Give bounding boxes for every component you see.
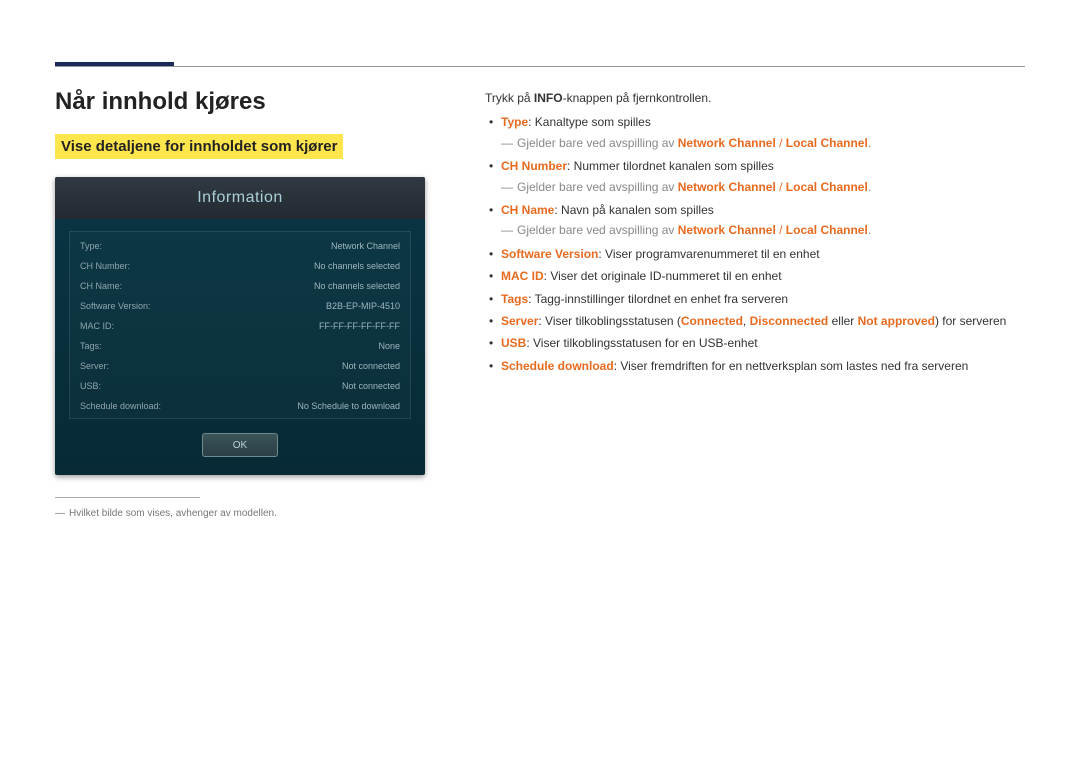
text-chnum: : Nummer tilordnet kanalen som spilles: [567, 159, 774, 173]
left-column: Når innhold kjøres Vise detaljene for in…: [55, 88, 425, 519]
text-usb: : Viser tilkoblingsstatusen for en USB-e…: [526, 336, 757, 350]
sep: /: [776, 180, 786, 194]
intro-line: Trykk på INFO-knappen på fjernkontrollen…: [485, 88, 1025, 108]
info-value: Not connected: [342, 381, 400, 391]
intro-bold: INFO: [534, 91, 563, 105]
bullet-sched: Schedule download: Viser fremdriften for…: [487, 356, 1025, 376]
info-value: B2B-EP-MIP-4510: [326, 301, 400, 311]
right-column: Trykk på INFO-knappen på fjernkontrollen…: [485, 88, 1025, 519]
bullet-type: Type: Kanaltype som spilles Gjelder bare…: [487, 112, 1025, 153]
sep: /: [776, 136, 786, 150]
applies-pre: Gjelder bare ved avspilling av: [517, 223, 678, 237]
info-row: Software Version: B2B-EP-MIP-4510: [80, 296, 400, 316]
sub-note: Gjelder bare ved avspilling av Network C…: [501, 133, 1025, 153]
intro-pre: Trykk på: [485, 91, 534, 105]
sub-note: Gjelder bare ved avspilling av Network C…: [501, 220, 1025, 240]
period: .: [868, 136, 871, 150]
dialog-titlebar: Information: [55, 177, 425, 219]
label-server: Server: [501, 314, 538, 328]
info-label: USB:: [80, 381, 101, 391]
info-value: No Schedule to download: [297, 401, 400, 411]
page-content: Når innhold kjøres Vise detaljene for in…: [55, 88, 1025, 519]
dialog-title: Information: [197, 189, 283, 207]
info-value: Network Channel: [331, 241, 400, 251]
dialog-panel: Type: Network Channel CH Number: No channe…: [69, 231, 411, 419]
lc: Local Channel: [786, 180, 868, 194]
label-chnum: CH Number: [501, 159, 567, 173]
section-heading: Vise detaljene for innholdet som kjører: [55, 134, 343, 159]
bullet-usb: USB: Viser tilkoblingsstatusen for en US…: [487, 333, 1025, 353]
label-sw: Software Version: [501, 247, 598, 261]
server-disconnected: Disconnected: [750, 314, 829, 328]
info-label: CH Number:: [80, 261, 130, 271]
intro-post: -knappen på fjernkontrollen.: [563, 91, 712, 105]
label-type: Type: [501, 115, 528, 129]
nc: Network Channel: [678, 136, 776, 150]
header-rule: [55, 66, 1025, 67]
footnote: ― Hvilket bilde som vises, avhenger av mo…: [55, 508, 425, 519]
info-value: None: [378, 341, 400, 351]
info-label: Server:: [80, 361, 109, 371]
info-value: No channels selected: [314, 281, 400, 291]
period: .: [868, 180, 871, 194]
bullet-sw: Software Version: Viser programvarenumme…: [487, 244, 1025, 264]
bullet-tags: Tags: Tagg-innstillinger tilordnet en en…: [487, 289, 1025, 309]
info-row: USB: Not connected: [80, 376, 400, 396]
info-row: CH Name: No channels selected: [80, 276, 400, 296]
label-sched: Schedule download: [501, 359, 614, 373]
server-post: ) for serveren: [935, 314, 1006, 328]
info-label: CH Name:: [80, 281, 122, 291]
page-title: Når innhold kjøres: [55, 88, 425, 116]
info-label: Schedule download:: [80, 401, 161, 411]
text-chname: : Navn på kanalen som spilles: [554, 203, 713, 217]
sub-note: Gjelder bare ved avspilling av Network C…: [501, 177, 1025, 197]
nc: Network Channel: [678, 180, 776, 194]
text-type: : Kanaltype som spilles: [528, 115, 651, 129]
info-dialog-screenshot: Information Type: Network Channel CH Numb…: [55, 177, 425, 475]
info-row: Schedule download: No Schedule to downloa…: [80, 396, 400, 416]
info-label: Tags:: [80, 341, 102, 351]
text-sched: : Viser fremdriften for en nettverksplan…: [614, 359, 969, 373]
bullet-chname: CH Name: Navn på kanalen som spilles Gje…: [487, 200, 1025, 241]
info-value: FF-FF-FF-FF-FF-FF: [319, 321, 400, 331]
text-sw: : Viser programvarenummeret til en enhet: [598, 247, 819, 261]
server-connected: Connected: [681, 314, 743, 328]
bullet-chnum: CH Number: Nummer tilordnet kanalen som …: [487, 156, 1025, 197]
bullet-server: Server: Viser tilkoblingsstatusen (Conne…: [487, 311, 1025, 331]
info-label: Software Version:: [80, 301, 151, 311]
label-tags: Tags: [501, 292, 528, 306]
label-usb: USB: [501, 336, 526, 350]
label-chname: CH Name: [501, 203, 554, 217]
lc: Local Channel: [786, 223, 868, 237]
server-comma: ,: [743, 314, 750, 328]
info-row: CH Number: No channels selected: [80, 256, 400, 276]
footnote-dash: ―: [55, 508, 65, 519]
lc: Local Channel: [786, 136, 868, 150]
footnote-text: Hvilket bilde som vises, avhenger av mod…: [69, 508, 277, 519]
text-tags: : Tagg-innstillinger tilordnet en enhet …: [528, 292, 788, 306]
label-mac: MAC ID: [501, 269, 544, 283]
server-or: eller: [828, 314, 857, 328]
info-row: MAC ID: FF-FF-FF-FF-FF-FF: [80, 316, 400, 336]
info-value: Not connected: [342, 361, 400, 371]
info-value: No channels selected: [314, 261, 400, 271]
info-label: Type:: [80, 241, 102, 251]
period: .: [868, 223, 871, 237]
footnote-rule: [55, 497, 200, 498]
bullet-mac: MAC ID: Viser det originale ID-nummeret …: [487, 266, 1025, 286]
info-row: Server: Not connected: [80, 356, 400, 376]
sep: /: [776, 223, 786, 237]
bullet-list: Type: Kanaltype som spilles Gjelder bare…: [487, 112, 1025, 376]
server-pre: : Viser tilkoblingsstatusen (: [538, 314, 681, 328]
server-notapproved: Not approved: [858, 314, 935, 328]
info-row: Type: Network Channel: [80, 236, 400, 256]
info-label: MAC ID:: [80, 321, 114, 331]
applies-pre: Gjelder bare ved avspilling av: [517, 136, 678, 150]
ok-button[interactable]: OK: [202, 433, 278, 457]
applies-pre: Gjelder bare ved avspilling av: [517, 180, 678, 194]
nc: Network Channel: [678, 223, 776, 237]
text-mac: : Viser det originale ID-nummeret til en…: [544, 269, 782, 283]
info-row: Tags: None: [80, 336, 400, 356]
